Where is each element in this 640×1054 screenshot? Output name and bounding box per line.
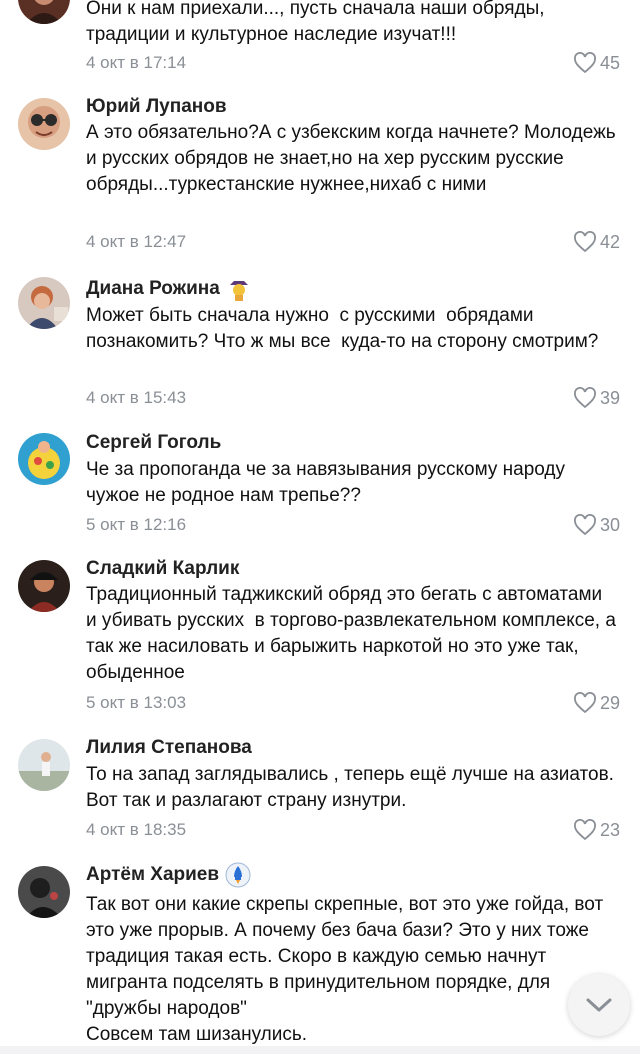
- heart-icon: [574, 231, 596, 253]
- like-count: 42: [599, 232, 620, 252]
- comment-date[interactable]: 5 окт в 13:03: [86, 692, 186, 714]
- scroll-down-button[interactable]: [568, 974, 630, 1036]
- heart-icon: [574, 819, 596, 841]
- like-button[interactable]: 29: [573, 692, 620, 714]
- heart-icon: [574, 52, 596, 74]
- avatar[interactable]: [18, 866, 70, 918]
- bottom-bar: [0, 1046, 640, 1054]
- comment-text: Они к нам приехали..., пусть сначала наш…: [86, 0, 550, 45]
- comment-date[interactable]: 4 окт в 15:43: [86, 387, 186, 409]
- chevron-down-icon: [586, 998, 612, 1012]
- comment-text: Че за пропоганда че за навязывания русск…: [86, 459, 571, 506]
- comment-text: Может быть сначала нужно с русскими обря…: [86, 305, 599, 352]
- like-button[interactable]: 42: [573, 231, 620, 253]
- like-count: 39: [599, 388, 620, 408]
- author-name: Артём Хариев: [86, 864, 220, 886]
- avatar[interactable]: [18, 98, 70, 150]
- avatar[interactable]: [18, 277, 70, 329]
- comment-author[interactable]: Сладкий Карлик: [86, 557, 239, 581]
- like-button[interactable]: 30: [573, 514, 620, 536]
- like-count: 23: [599, 820, 620, 840]
- heart-icon: [574, 692, 596, 714]
- like-count: 45: [599, 53, 620, 73]
- heart-icon: [574, 387, 596, 409]
- comment-date[interactable]: 4 окт в 17:14: [86, 52, 186, 74]
- comment-author[interactable]: Диана Рожина: [86, 276, 252, 302]
- sticker-badge-icon: [226, 276, 252, 302]
- comment-author[interactable]: Сергей Гоголь: [86, 431, 221, 455]
- author-name: Диана Рожина: [86, 278, 220, 300]
- comment-text: Традиционный таджикский обряд это бегать…: [86, 584, 622, 683]
- like-count: 30: [599, 515, 620, 535]
- avatar[interactable]: [18, 0, 70, 24]
- comment-date[interactable]: 4 окт в 12:47: [86, 231, 186, 253]
- avatar[interactable]: [18, 739, 70, 791]
- like-button[interactable]: 23: [573, 819, 620, 841]
- like-button[interactable]: 39: [573, 387, 620, 409]
- like-count: 29: [599, 693, 620, 713]
- avatar[interactable]: [18, 560, 70, 612]
- comment-text: Так вот они какие скрепы скрепные, вот э…: [86, 894, 604, 1045]
- avatar[interactable]: [18, 433, 70, 485]
- comment-text: То на запад заглядывались , теперь ещё л…: [86, 764, 620, 811]
- like-button[interactable]: 45: [573, 52, 620, 74]
- comment-date[interactable]: 4 окт в 18:35: [86, 819, 186, 841]
- heart-icon: [574, 514, 596, 536]
- comment-date[interactable]: 5 окт в 12:16: [86, 514, 186, 536]
- comment-text: А это обязательно?А с узбекским когда на…: [86, 122, 621, 195]
- rocket-badge-icon: [225, 862, 251, 888]
- comment-author[interactable]: Юрий Лупанов: [86, 95, 227, 119]
- comment-author[interactable]: Артём Хариев: [86, 862, 251, 888]
- comment-author[interactable]: Лилия Степанова: [86, 736, 252, 760]
